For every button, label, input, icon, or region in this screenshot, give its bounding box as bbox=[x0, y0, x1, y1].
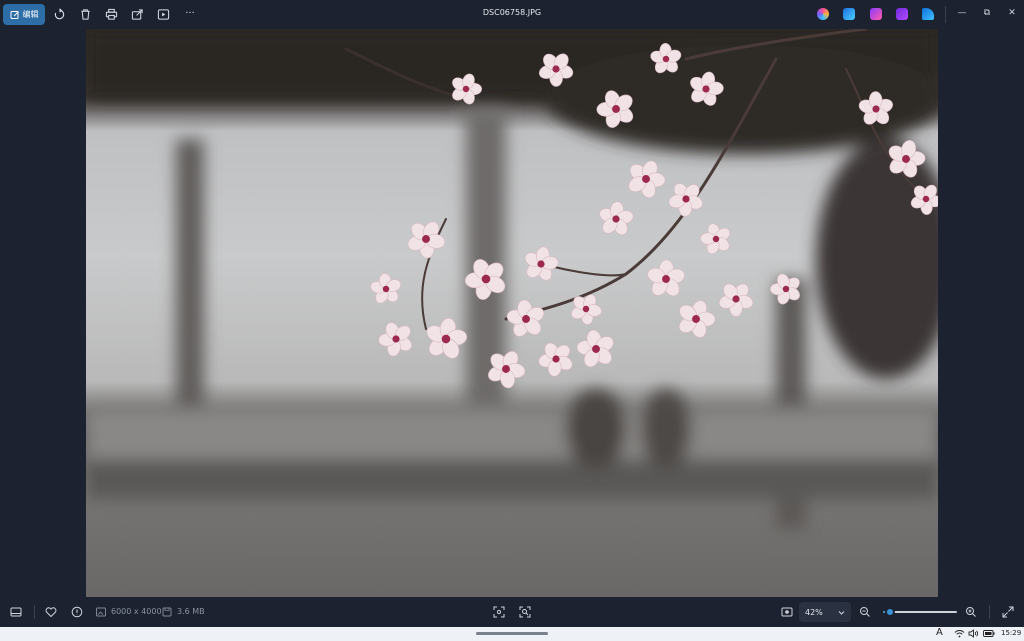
toolbar-divider bbox=[945, 6, 946, 23]
more-options-label: ··· bbox=[185, 7, 195, 19]
zoom-in-icon bbox=[966, 607, 976, 617]
wifi-icon[interactable] bbox=[954, 629, 965, 638]
focus-select-icon bbox=[493, 606, 505, 618]
fullscreen-button[interactable] bbox=[1001, 605, 1015, 619]
designer-app-icon[interactable] bbox=[870, 8, 882, 20]
trash-icon bbox=[80, 8, 90, 20]
file-info-button[interactable] bbox=[70, 605, 84, 619]
close-button[interactable]: ✕ bbox=[1005, 6, 1019, 20]
visual-search-button[interactable] bbox=[518, 605, 532, 619]
rotate-button[interactable] bbox=[52, 7, 66, 21]
cloud-app-icon[interactable] bbox=[922, 8, 934, 20]
edit-image-icon bbox=[10, 10, 19, 19]
print-button[interactable] bbox=[104, 7, 118, 21]
blossom-flower bbox=[668, 183, 703, 217]
minimize-glyph: — bbox=[957, 8, 967, 18]
zoom-level-dropdown[interactable]: 42% bbox=[799, 602, 851, 622]
taskbar-handle[interactable] bbox=[476, 632, 548, 635]
edit-button[interactable]: 编辑 bbox=[3, 4, 45, 25]
image-dimensions: 6000 x 4000 bbox=[111, 607, 162, 616]
clipchamp-app-icon[interactable] bbox=[896, 8, 908, 20]
blossom-flower bbox=[571, 294, 602, 325]
image-dimensions-icon bbox=[96, 607, 106, 617]
zoom-in-button[interactable] bbox=[964, 605, 978, 619]
blossom-flower bbox=[370, 273, 401, 304]
share-icon bbox=[131, 8, 143, 20]
photo-editor-app-icon[interactable] bbox=[843, 8, 855, 20]
blossom-flower bbox=[576, 329, 614, 368]
fullscreen-icon bbox=[1002, 606, 1014, 618]
restore-glyph: ⧉ bbox=[983, 8, 991, 18]
delete-button[interactable] bbox=[78, 7, 92, 21]
volume-icon[interactable] bbox=[968, 629, 979, 638]
rotate-icon bbox=[54, 7, 64, 19]
top-toolbar: 编辑 ··· DSC06758.JPG — ⧉ ✕ bbox=[0, 0, 1024, 29]
chevron-down-icon bbox=[838, 610, 845, 615]
save-disk-icon bbox=[162, 607, 172, 617]
more-options-button[interactable]: ··· bbox=[183, 6, 197, 20]
bottom-status-bar: 6000 x 4000 3.6 MB bbox=[0, 597, 1024, 627]
printer-icon bbox=[105, 8, 117, 20]
blossom-flower bbox=[718, 283, 754, 317]
favorite-button[interactable] bbox=[44, 605, 58, 619]
blossom-flower bbox=[524, 246, 559, 281]
actual-size-button[interactable] bbox=[780, 605, 794, 619]
blossom-flower bbox=[538, 342, 573, 377]
visual-search-icon bbox=[519, 606, 531, 618]
info-icon bbox=[71, 606, 83, 618]
photo-canvas[interactable] bbox=[86, 29, 938, 597]
zoom-level-value: 42% bbox=[805, 607, 823, 617]
cherry-blossom-photo bbox=[86, 29, 938, 529]
filmstrip-icon bbox=[10, 607, 22, 617]
blossom-flower bbox=[679, 300, 716, 338]
restore-button[interactable]: ⧉ bbox=[980, 6, 994, 20]
blossom-flower bbox=[647, 259, 685, 297]
blossom-flower bbox=[378, 322, 412, 357]
select-region-button[interactable] bbox=[492, 605, 506, 619]
input-method-indicator[interactable]: A bbox=[936, 627, 943, 638]
edit-button-label: 编辑 bbox=[22, 10, 39, 19]
close-glyph: ✕ bbox=[1008, 8, 1016, 18]
file-size: 3.6 MB bbox=[177, 607, 205, 616]
status-divider bbox=[34, 605, 35, 619]
blossom-flower bbox=[407, 221, 446, 259]
slideshow-button[interactable] bbox=[156, 7, 170, 21]
blossom-flower bbox=[700, 223, 731, 255]
share-button[interactable] bbox=[130, 7, 144, 21]
filesize-icon-wrap bbox=[160, 605, 174, 619]
dimensions-icon-wrap bbox=[94, 605, 108, 619]
blossom-flower bbox=[628, 160, 666, 199]
status-divider-right bbox=[989, 605, 990, 619]
copilot-app-icon[interactable] bbox=[817, 8, 829, 20]
blossom-flower bbox=[426, 318, 468, 359]
zoom-out-icon bbox=[860, 607, 870, 617]
blossom-flower bbox=[506, 299, 545, 337]
battery-icon[interactable] bbox=[983, 630, 995, 637]
clock-time[interactable]: 15:29 bbox=[1001, 629, 1021, 637]
heart-icon bbox=[45, 607, 57, 618]
slideshow-icon bbox=[157, 8, 169, 20]
blossom-flower bbox=[599, 201, 634, 236]
fit-screen-icon bbox=[781, 607, 793, 617]
minimize-button[interactable]: — bbox=[955, 6, 969, 20]
filmstrip-toggle-button[interactable] bbox=[9, 605, 23, 619]
zoom-out-button[interactable] bbox=[858, 605, 872, 619]
